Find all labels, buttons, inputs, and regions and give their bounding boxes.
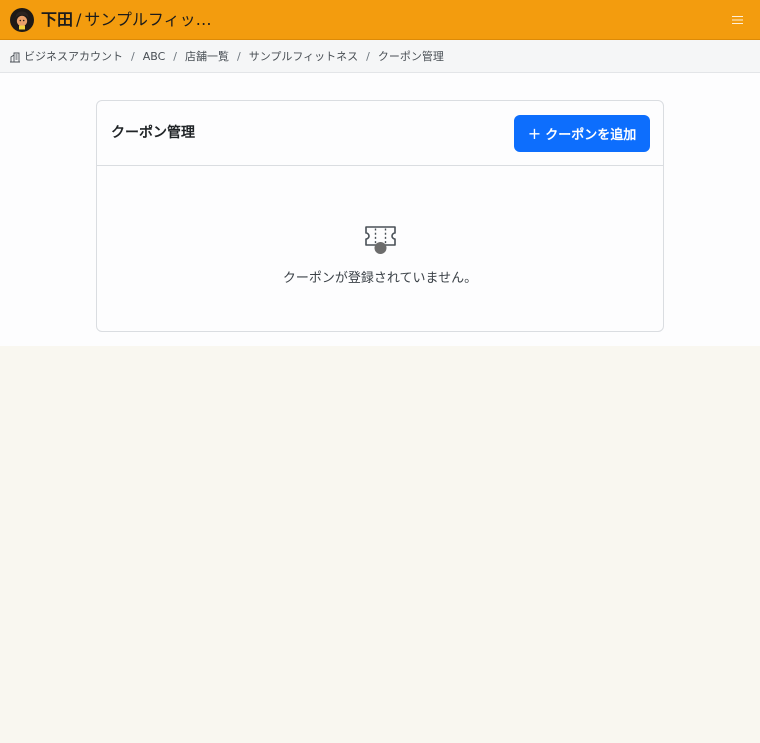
user-name: 下田 [41,10,74,29]
main-content: クーポン管理 + クーポンを追加 クーポンが登録されていません。 [0,73,760,346]
app-header: 下田 / サンプルフィッ… [0,0,760,40]
breadcrumb-separator: / [173,50,177,63]
breadcrumb-item-current: クーポン管理 [377,50,444,63]
store-name: サンプルフィッ… [84,10,212,29]
plus-icon: + [527,124,542,143]
add-coupon-button[interactable]: + クーポンを追加 [514,115,650,152]
add-coupon-label: クーポンを追加 [545,128,637,143]
breadcrumb-separator: / [237,50,241,63]
breadcrumb-separator: / [131,50,135,63]
breadcrumb-separator: / [366,50,370,63]
breadcrumb-item-company[interactable]: ABC [143,50,166,63]
coupon-card: クーポン管理 + クーポンを追加 クーポンが登録されていません。 [96,100,664,332]
breadcrumb-list: ビジネスアカウント / ABC / 店舗一覧 / サンプルフィットネス / クーポン管理 [24,40,444,73]
hamburger-menu-icon[interactable] [732,15,743,25]
avatar-icon[interactable] [10,8,34,32]
card-header: クーポン管理 + クーポンを追加 [97,101,663,166]
card-title: クーポン管理 [111,125,195,141]
title-separator: / [76,10,82,29]
page-title: 下田 / サンプルフィッ… [41,0,212,40]
breadcrumb-item-business-account[interactable]: ビジネスアカウント [24,50,123,63]
ticket-icon [365,226,396,254]
empty-state-message: クーポンが登録されていません。 [282,271,478,286]
building-icon [10,52,20,63]
breadcrumb-item-store-list[interactable]: 店舗一覧 [185,50,229,63]
breadcrumb-item-store[interactable]: サンプルフィットネス [249,50,358,63]
breadcrumb: ビジネスアカウント / ABC / 店舗一覧 / サンプルフィットネス / クーポン管理 [0,40,760,73]
